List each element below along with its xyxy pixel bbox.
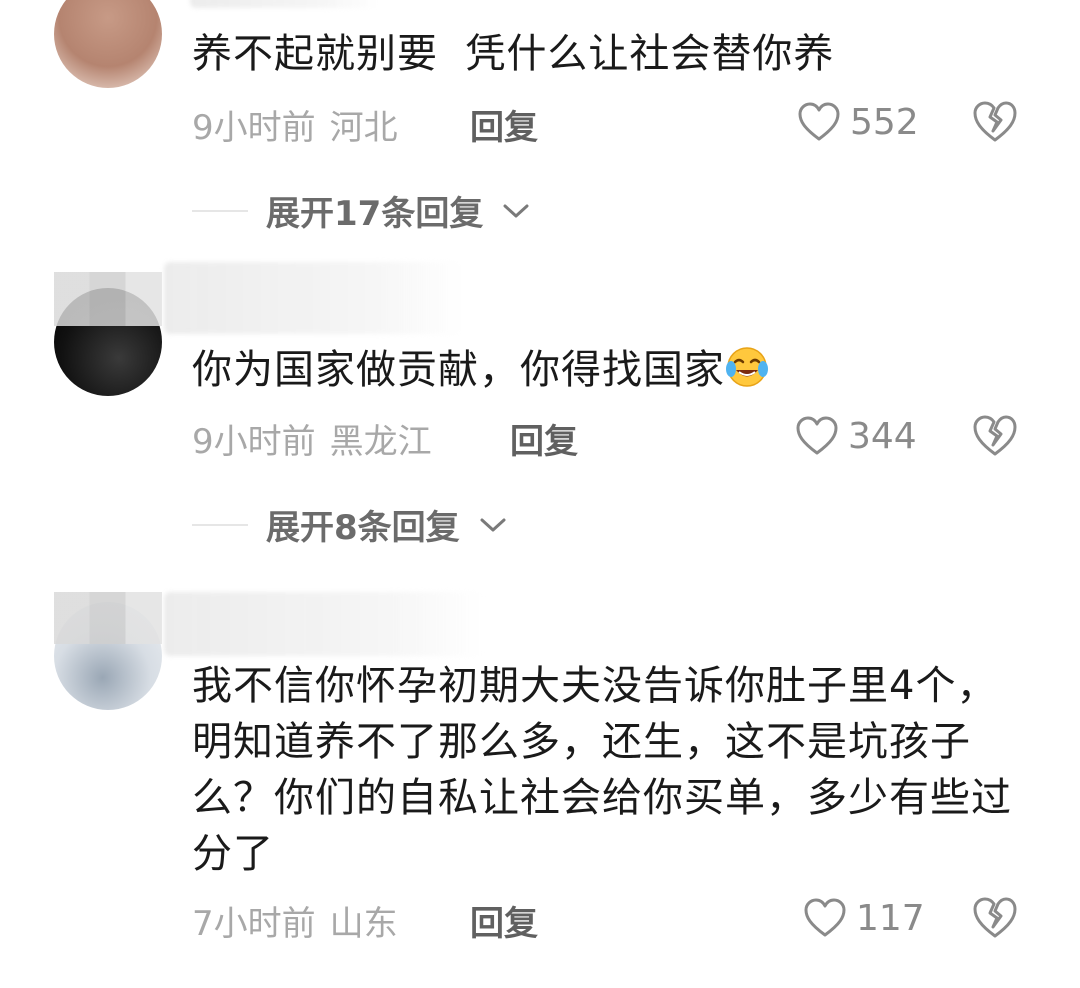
comment-time: 9小时前 xyxy=(192,108,316,148)
reply-button[interactable]: 回复 xyxy=(470,100,538,149)
comment-location: 黑龙江 xyxy=(329,422,432,462)
expand-replies-label: 展开17条回复 xyxy=(266,194,484,234)
heart-outline-icon xyxy=(796,416,838,455)
username-redacted[interactable] xyxy=(164,592,484,656)
comment-time: 9小时前 xyxy=(192,422,316,462)
username-redacted[interactable] xyxy=(164,262,464,334)
divider-line xyxy=(192,523,248,526)
broken-heart-icon[interactable] xyxy=(972,414,1018,458)
comment-text: 我不信你怀孕初期大夫没告诉你肚子里4个，明知道养不了那么多，还生，这不是坑孩子么… xyxy=(192,663,1012,877)
expand-replies-button[interactable]: 展开17条回复 xyxy=(192,186,531,235)
comment-text: 你为国家做贡献，你得找国家 xyxy=(192,342,1042,398)
chevron-down-icon xyxy=(480,518,506,531)
like-count: 117 xyxy=(856,897,925,939)
like-button[interactable]: 552 xyxy=(798,100,919,144)
avatar-mosaic xyxy=(54,592,162,644)
reply-button[interactable]: 回复 xyxy=(510,414,578,463)
chevron-down-icon xyxy=(503,204,529,217)
like-button[interactable]: 344 xyxy=(796,414,917,458)
comment-text-body: 你为国家做贡献，你得找国家 xyxy=(192,347,725,393)
comment-location: 河北 xyxy=(329,108,398,148)
like-count: 344 xyxy=(848,415,917,457)
heart-outline-icon xyxy=(804,898,846,937)
comment-list: 养不起就别要 凭什么让社会替你养 9小时前 河北 回复 552 展开17条回复 你… xyxy=(0,0,1080,988)
reply-button[interactable]: 回复 xyxy=(470,896,538,945)
avatar[interactable] xyxy=(54,0,162,88)
comment-meta: 7小时前 山东 xyxy=(192,896,398,945)
username-redacted[interactable] xyxy=(190,0,380,8)
like-count: 552 xyxy=(850,101,919,143)
crying-laughing-emoji xyxy=(726,347,768,387)
comment-meta: 9小时前 黑龙江 xyxy=(192,414,432,463)
expand-replies-button[interactable]: 展开8条回复 xyxy=(192,500,508,549)
comment-time: 7小时前 xyxy=(192,904,316,944)
heart-outline-icon xyxy=(798,102,840,141)
avatar-mosaic xyxy=(54,272,162,326)
like-button[interactable]: 117 xyxy=(804,896,925,940)
broken-heart-icon[interactable] xyxy=(972,100,1018,144)
broken-heart-icon[interactable] xyxy=(972,896,1018,940)
comment-meta: 9小时前 河北 xyxy=(192,100,398,149)
divider-line xyxy=(192,209,248,212)
expand-replies-label: 展开8条回复 xyxy=(266,508,460,548)
comment-text: 养不起就别要 凭什么让社会替你养 xyxy=(192,31,835,77)
comment-location: 山东 xyxy=(329,904,398,944)
